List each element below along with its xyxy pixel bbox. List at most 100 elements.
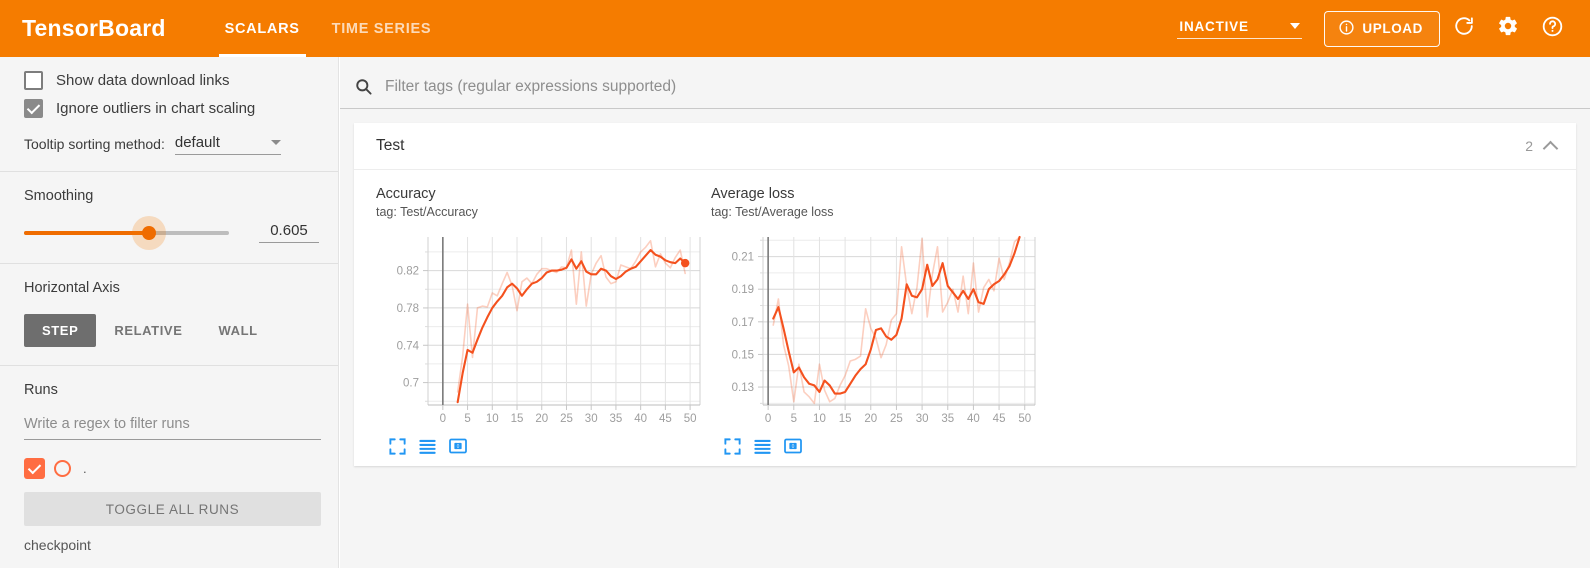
svg-text:25: 25 [890,413,903,425]
svg-text:30: 30 [916,413,929,425]
checkpoint-label: checkpoint [24,537,91,553]
svg-text:30: 30 [585,413,598,425]
tooltip-sorting-value: default [174,134,220,151]
svg-text:50: 50 [1018,413,1031,425]
tag-group-count: 2 [1525,138,1533,154]
svg-text:10: 10 [486,413,499,425]
axis-option-step[interactable]: STEP [24,314,97,347]
svg-text:0.74: 0.74 [397,340,420,352]
run-list-item[interactable]: . [24,458,320,479]
gear-icon [1497,15,1519,42]
svg-text:0.82: 0.82 [397,266,419,278]
help-button[interactable] [1532,9,1572,49]
main-content: Test 2 Accuracy tag: Test/Accuracy 0.7 0.… [340,57,1590,568]
settings-button[interactable] [1488,9,1528,49]
chart-toolbar-average-loss [723,436,1032,456]
toggle-lines-button[interactable] [418,437,437,456]
tooltip-sorting-label: Tooltip sorting method: [24,136,165,152]
sidebar-runs-section: Runs . TOGGLE ALL RUNS checkpoint [0,366,338,568]
reload-icon [1453,15,1475,42]
chart-card-accuracy: Accuracy tag: Test/Accuracy 0.7 0.74 0.78 0… [362,186,701,456]
run-name-label: . [83,461,87,476]
app-logo: TensorBoard [22,15,166,41]
chart-title: Average loss [711,186,795,202]
chart-title: Accuracy [376,186,436,202]
sidebar-display-options: Show data download links Ignore outliers… [0,57,338,171]
svg-text:45: 45 [993,413,1006,425]
svg-text:35: 35 [610,413,623,425]
smoothing-value-input[interactable]: 0.605 [259,222,319,243]
axis-option-relative[interactable]: RELATIVE [96,314,200,347]
svg-text:0: 0 [765,413,771,425]
tag-group-header[interactable]: Test 2 [354,123,1576,170]
run-color-swatch[interactable] [54,460,71,477]
sidebar-smoothing-section: Smoothing 0.605 [0,172,338,263]
toggle-all-runs-button[interactable]: TOGGLE ALL RUNS [24,492,321,526]
chart-card-average-loss: Average loss tag: Test/Average loss 0.13… [697,186,1036,456]
ignore-outliers-checkbox[interactable] [24,99,43,118]
smoothing-slider-fill [24,230,150,235]
upload-button-label: UPLOAD [1362,21,1423,36]
ignore-outliers-row[interactable]: Ignore outliers in chart scaling [24,99,320,118]
chart-plot-average-loss[interactable]: 0.13 0.15 0.17 0.19 0.21 0 5 10 15 20 25 30 35 40 45 50 [711,229,1036,434]
svg-text:0.21: 0.21 [732,252,754,264]
chevron-up-icon[interactable] [1542,140,1559,156]
svg-text:20: 20 [535,413,548,425]
show-download-links-checkbox[interactable] [24,71,43,90]
smoothing-title: Smoothing [24,188,94,204]
run-status-dropdown[interactable]: INACTIVE [1177,18,1303,39]
search-icon [354,77,373,96]
run-checkbox[interactable] [24,458,45,479]
smoothing-row: 0.605 [24,215,320,250]
fit-domain-button[interactable] [448,436,468,456]
help-icon [1541,15,1564,43]
svg-text:0: 0 [440,413,446,425]
axis-option-step-label: STEP [42,323,79,338]
tooltip-sorting-select[interactable]: default [174,134,281,155]
reload-button[interactable] [1444,9,1484,49]
nav-tabs: SCALARS TIME SERIES [209,0,448,57]
upload-button[interactable]: UPLOAD [1324,10,1440,47]
axis-option-wall[interactable]: WALL [200,314,275,347]
chart-subtitle: tag: Test/Accuracy [376,205,478,219]
svg-text:35: 35 [941,413,954,425]
axis-option-relative-label: RELATIVE [114,323,183,338]
expand-chart-button[interactable] [388,437,407,456]
expand-chart-button[interactable] [723,437,742,456]
show-download-links-row[interactable]: Show data download links [24,71,320,90]
smoothing-slider[interactable] [24,215,229,250]
tab-scalars[interactable]: SCALARS [209,0,316,57]
svg-text:15: 15 [839,413,852,425]
svg-text:0.7: 0.7 [403,378,419,390]
app-header: TensorBoard SCALARS TIME SERIES INACTIVE… [0,0,1590,57]
show-download-links-label: Show data download links [56,72,230,89]
tag-group-title: Test [376,137,405,154]
svg-text:0.17: 0.17 [732,317,754,329]
svg-text:0.13: 0.13 [732,382,754,394]
run-status-label: INACTIVE [1179,18,1249,34]
chevron-down-icon [1290,23,1301,29]
sidebar-horizontal-axis-section: Horizontal Axis STEP RELATIVE WALL [0,264,338,365]
ignore-outliers-label: Ignore outliers in chart scaling [56,100,256,117]
toggle-lines-button[interactable] [753,437,772,456]
svg-text:10: 10 [813,413,826,425]
svg-text:0.15: 0.15 [732,349,754,361]
tab-time-series[interactable]: TIME SERIES [316,0,448,57]
tag-filter-bar [340,65,1590,109]
runs-filter-input[interactable] [24,412,321,440]
smoothing-slider-knob[interactable] [142,225,157,240]
info-icon [1338,19,1355,39]
runs-title: Runs [24,382,58,398]
svg-text:0.19: 0.19 [732,284,754,296]
svg-text:45: 45 [659,413,672,425]
tab-time-series-label: TIME SERIES [331,20,432,37]
chevron-down-icon [270,140,281,145]
horizontal-axis-title: Horizontal Axis [24,280,120,296]
fit-domain-button[interactable] [783,436,803,456]
chart-toolbar-accuracy [388,436,697,456]
tag-filter-input[interactable] [383,76,1563,97]
header-actions: INACTIVE UPLOAD [1177,9,1572,49]
svg-text:0.78: 0.78 [397,303,419,315]
svg-text:20: 20 [864,413,877,425]
chart-plot-accuracy[interactable]: 0.7 0.74 0.78 0.82 0 5 10 15 20 25 30 35 40 45 50 [376,229,701,434]
